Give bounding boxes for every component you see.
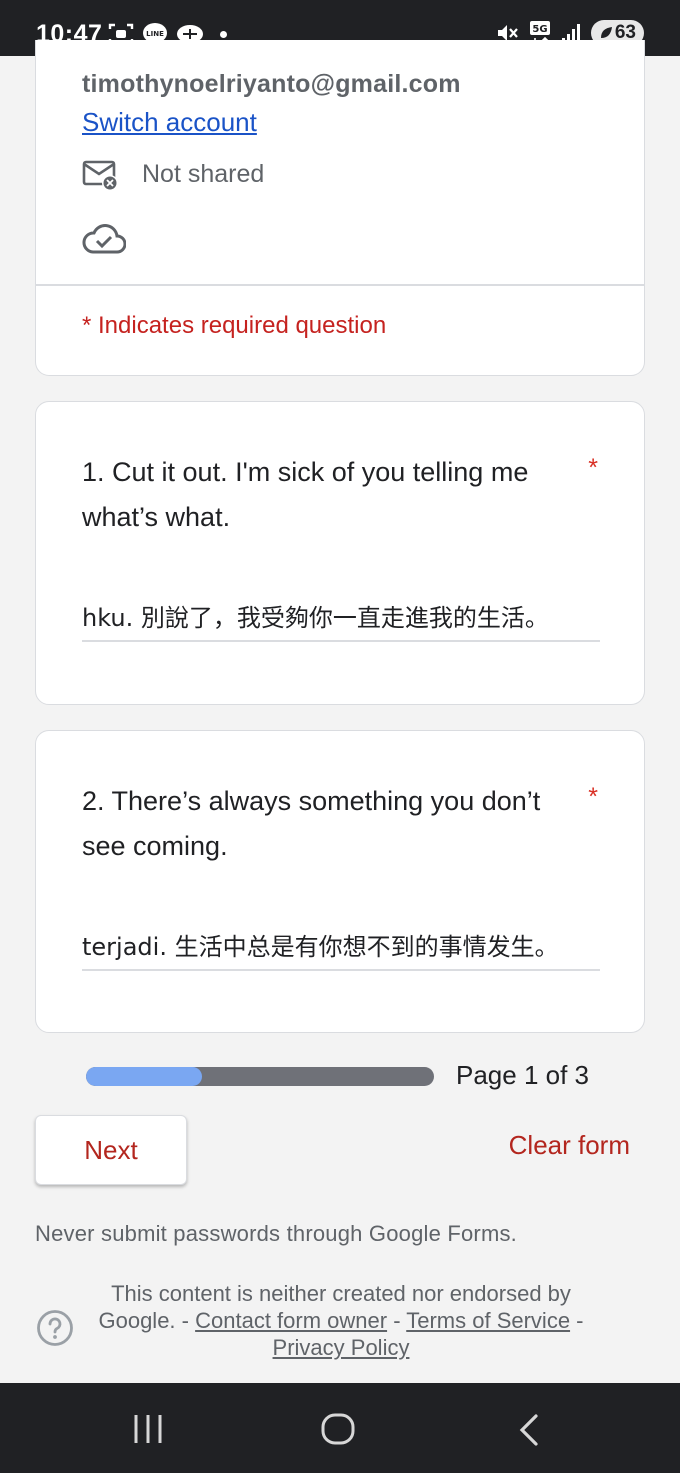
back-icon[interactable] [516,1413,542,1447]
required-asterisk: * [588,454,598,482]
footer-disclaimer: This content is neither created nor endo… [86,1280,596,1361]
required-asterisk: * [588,783,598,811]
question-text: 1. Cut it out. I'm sick of you telling m… [82,457,529,532]
account-email: timothynoelriyanto@gmail.com [82,70,461,98]
answer-input[interactable]: hku. 別說了，我受夠你一直走進我的生活。 [82,598,600,642]
password-warning: Never submit passwords through Google Fo… [35,1221,517,1246]
privacy-link[interactable]: Privacy Policy [273,1335,410,1360]
page-indicator: Page 1 of 3 [456,1060,589,1090]
recents-icon[interactable] [131,1413,165,1445]
answer-value: hku. 別說了，我受夠你一直走進我的生活。 [82,604,549,632]
leaf-icon [600,27,612,38]
svg-text:5G: 5G [532,24,547,35]
help-icon[interactable] [36,1309,74,1347]
footer-separator: - [570,1308,584,1333]
next-button[interactable]: Next [35,1115,187,1185]
account-divider [36,284,644,286]
contact-owner-link[interactable]: Contact form owner [195,1308,387,1333]
question-card-1: 1. Cut it out. I'm sick of you telling m… [35,401,645,705]
system-nav-bar [0,1383,680,1473]
home-icon[interactable] [320,1412,356,1446]
answer-input[interactable]: terjadi. 生活中总是有你想不到的事情发生。 [82,927,600,971]
footer-separator: - [175,1308,196,1333]
footer-separator: - [387,1308,407,1333]
notification-dot [220,30,227,38]
progress-bar [86,1067,434,1086]
switch-account-link[interactable]: Switch account [82,107,257,138]
svg-text:LINE: LINE [146,30,164,38]
question-text: 2. There’s always something you don’t se… [82,786,541,861]
progress-fill [86,1067,202,1086]
required-question-note: * Indicates required question [82,312,387,339]
cloud-saved-icon [82,224,126,254]
clear-form-button[interactable]: Clear form [509,1130,630,1161]
terms-link[interactable]: Terms of Service [406,1308,570,1333]
mail-not-shared-icon [82,160,118,191]
not-shared-label: Not shared [142,160,265,188]
question-card-2: 2. There’s always something you don’t se… [35,730,645,1033]
answer-value: terjadi. 生活中总是有你想不到的事情发生。 [82,933,559,961]
account-card: timothynoelriyanto@gmail.com Switch acco… [35,40,645,376]
